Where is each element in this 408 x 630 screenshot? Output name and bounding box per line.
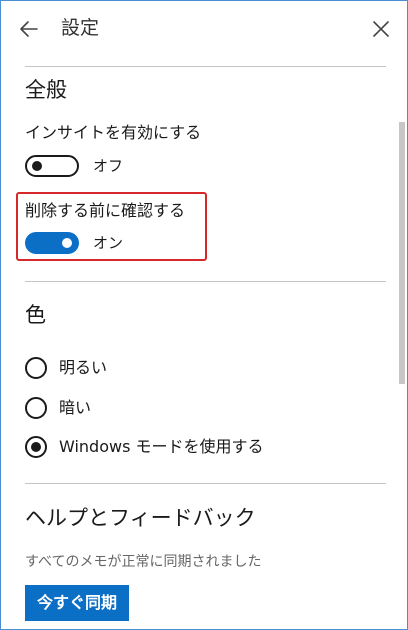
general-section-title: 全般 <box>25 78 67 102</box>
insights-label: インサイトを有効にする <box>25 123 202 142</box>
radio-light[interactable] <box>25 357 47 379</box>
insights-toggle[interactable] <box>25 155 79 177</box>
scrollbar-thumb[interactable] <box>399 122 405 384</box>
toggle-knob <box>32 161 42 171</box>
radio-light-label: 明るい <box>59 358 108 377</box>
radio-windows-mode-label: Windows モードを使用する <box>59 437 264 456</box>
radio-windows-mode[interactable] <box>25 436 47 458</box>
sync-now-button[interactable]: 今すぐ同期 <box>25 585 129 621</box>
insights-toggle-state: オフ <box>93 157 124 175</box>
section-divider <box>25 281 386 282</box>
back-button[interactable] <box>13 13 45 45</box>
confirm-delete-toggle[interactable] <box>25 232 79 254</box>
toggle-knob <box>62 238 72 248</box>
confirm-delete-label: 削除する前に確認する <box>25 201 186 220</box>
help-section-title: ヘルプとフィードバック <box>25 506 256 530</box>
settings-window: 設定 全般 インサイトを有効にする オフ 削除する前に確認する オン 色 明るい… <box>0 0 408 630</box>
settings-header: 設定 <box>1 1 407 57</box>
radio-dark[interactable] <box>25 397 47 419</box>
page-title: 設定 <box>61 17 100 39</box>
arrow-left-icon <box>20 21 38 37</box>
close-button[interactable] <box>365 13 397 45</box>
confirm-delete-toggle-state: オン <box>93 234 124 252</box>
sync-status-text: すべてのメモが正常に同期されました <box>25 554 262 570</box>
section-divider <box>25 483 386 484</box>
header-divider <box>25 66 386 67</box>
close-icon <box>373 21 389 37</box>
radio-dark-label: 暗い <box>59 398 92 417</box>
color-section-title: 色 <box>25 303 46 327</box>
